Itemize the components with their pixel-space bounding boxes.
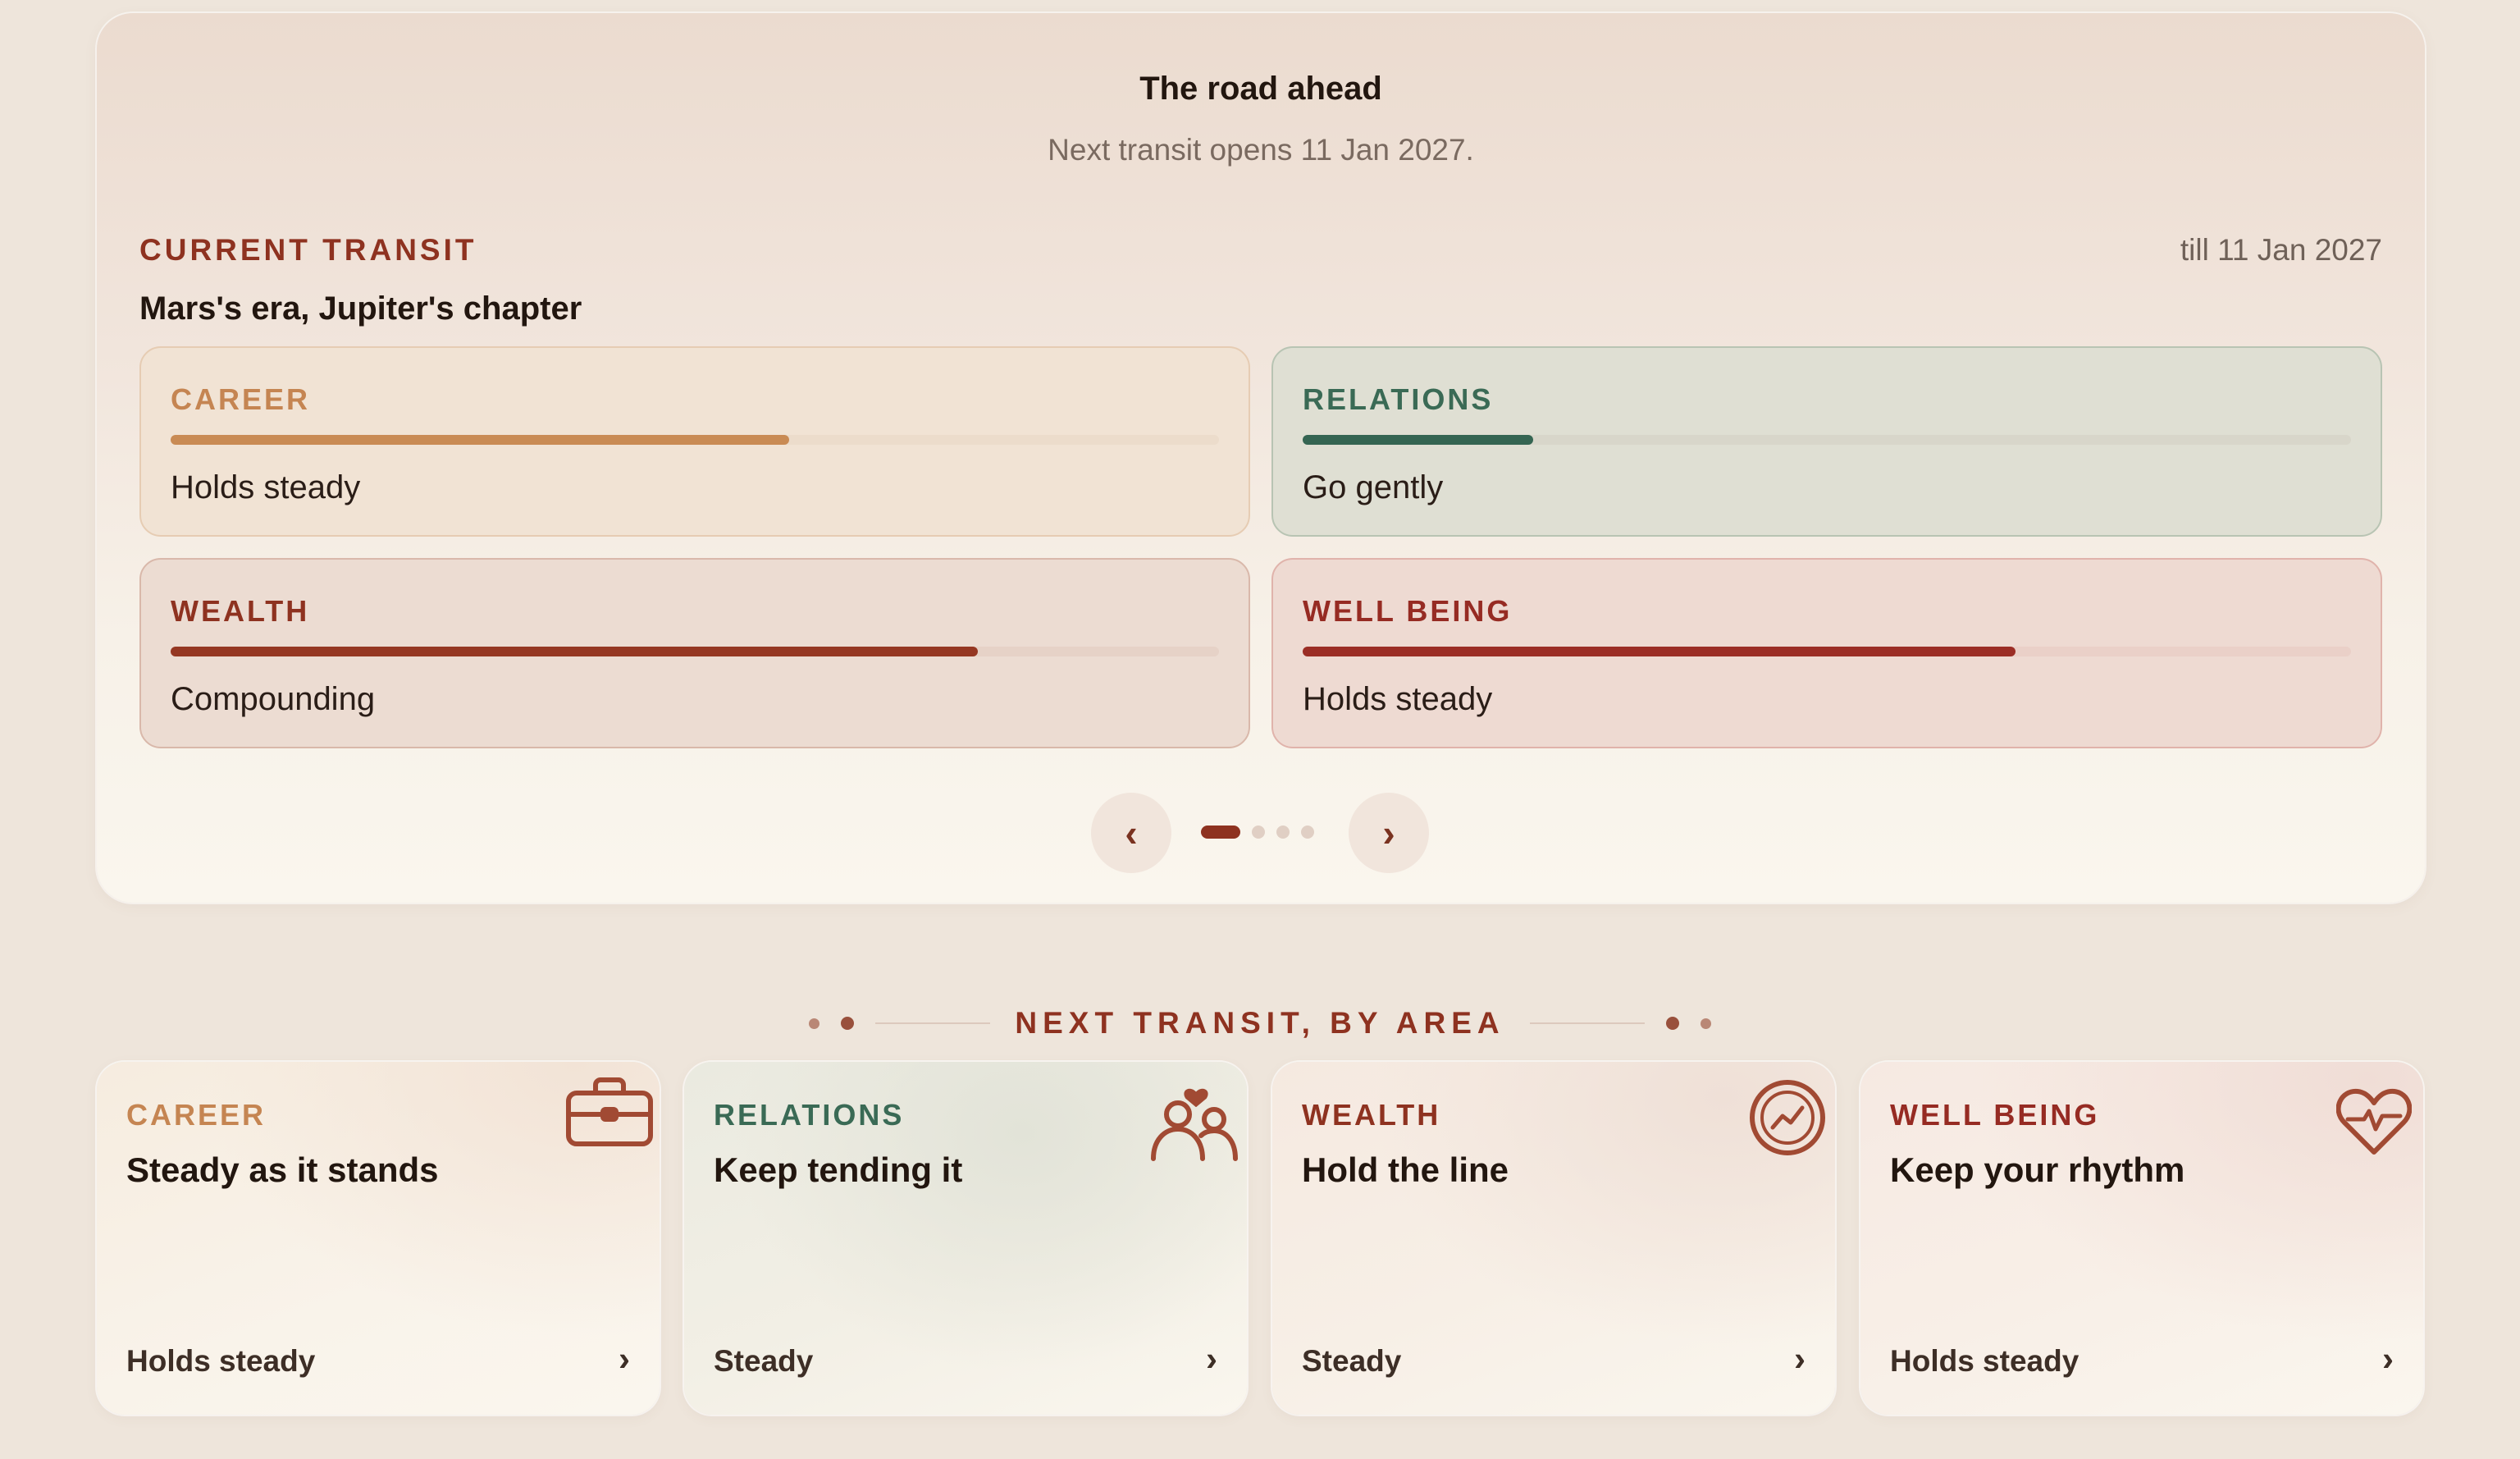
next-transit-heading: NEXT TRANSIT, BY AREA [0,1006,2520,1041]
area-progress-track [171,647,1219,656]
current-transit-end-date: till 11 Jan 2027 [2180,233,2382,267]
area-label: RELATIONS [1303,382,1494,416]
area-progress-track [171,435,1219,445]
carousel-dot[interactable] [1201,826,1240,839]
area-box-wealth: WEALTH Compounding [139,558,1250,748]
chevron-right-icon: › [619,1339,630,1378]
carousel-dot[interactable] [1252,826,1265,839]
card-headline: Steady as it stands [126,1150,439,1189]
card-headline: Keep your rhythm [1890,1150,2185,1189]
area-label: WEALTH [171,594,310,628]
area-status: Go gently [1303,469,1444,505]
heading-ornament-left [809,1017,991,1030]
card-status: Steady [1302,1344,1402,1378]
card-status: Holds steady [126,1344,316,1378]
card-label: RELATIONS [714,1098,905,1132]
area-status: Compounding [171,681,376,717]
card-label: WEALTH [1302,1098,1441,1132]
chevron-right-icon: › [1206,1339,1217,1378]
next-transit-card-relations[interactable]: RELATIONS Keep tending it Steady › [684,1062,1247,1415]
road-subtitle: Next transit opens 11 Jan 2027. [1048,133,1474,167]
area-progress-fill [1303,435,1534,445]
area-progress-fill [1303,647,2016,656]
chevron-left-icon: ‹ [1125,812,1138,854]
road-ahead-card: The road ahead Next transit opens 11 Jan… [97,13,2425,903]
next-transit-card-well-being[interactable]: WELL BEING Keep your rhythm Holds steady… [1860,1062,2423,1415]
briefcase-icon [564,1073,655,1156]
next-transit-card-career[interactable]: CAREER Steady as it stands Holds steady … [97,1062,660,1415]
area-box-career: CAREER Holds steady [139,346,1250,537]
area-status: Holds steady [171,469,361,505]
area-progress-fill [171,647,979,656]
chevron-right-icon: › [1794,1339,1806,1378]
area-label: CAREER [171,382,311,416]
area-status: Holds steady [1303,681,1493,717]
chevron-right-icon: › [1382,812,1395,854]
growth-coin-icon [1748,1078,1827,1161]
next-transit-card-wealth[interactable]: WEALTH Hold the line Steady › [1272,1062,1835,1415]
area-label: WELL BEING [1303,594,1513,628]
card-label: WELL BEING [1890,1098,2100,1132]
carousel-prev-button[interactable]: ‹ [1091,793,1171,873]
current-transit-name: Mars's era, Jupiter's chapter [139,290,582,327]
carousel-dot[interactable] [1301,826,1314,839]
area-box-well-being: WELL BEING Holds steady [1271,558,2382,748]
section-title: NEXT TRANSIT, BY AREA [1015,1006,1505,1040]
area-progress-fill [171,435,790,445]
area-box-relations: RELATIONS Go gently [1271,346,2382,537]
carousel-pagination [1201,826,1314,839]
card-headline: Keep tending it [714,1150,963,1189]
road-title: The road ahead [1139,71,1382,107]
people-heart-icon [1148,1073,1244,1169]
carousel-next-button[interactable]: › [1349,793,1429,873]
chevron-right-icon: › [2382,1339,2394,1378]
carousel-dot[interactable] [1276,826,1290,839]
area-progress-track [1303,647,2351,656]
current-transit-label: CURRENT TRANSIT [139,233,477,267]
heartbeat-icon [2335,1086,2413,1161]
area-progress-track [1303,435,2351,445]
card-status: Holds steady [1890,1344,2079,1378]
card-label: CAREER [126,1098,267,1132]
card-headline: Hold the line [1302,1150,1509,1189]
heading-ornament-right [1529,1017,1711,1030]
card-status: Steady [714,1344,814,1378]
